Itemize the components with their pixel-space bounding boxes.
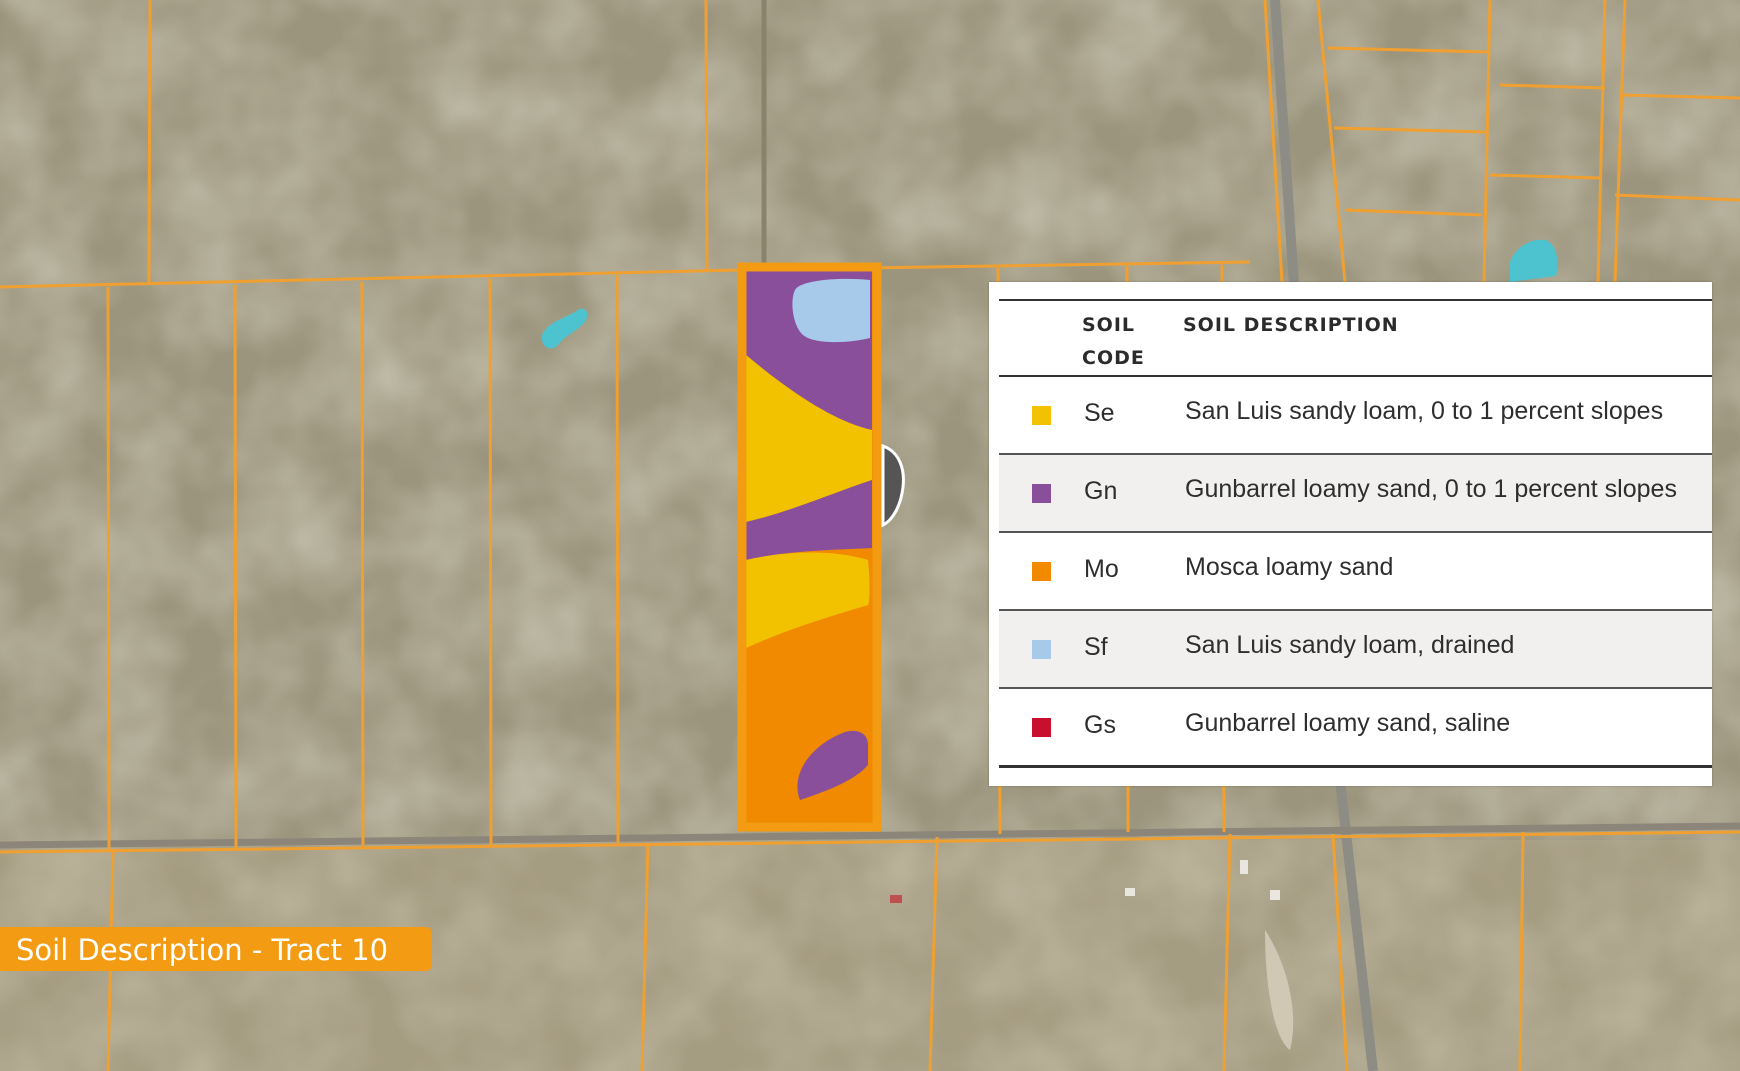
header-soil-code: SOIL CODE [1082,314,1145,369]
soil-code: Gn [1084,477,1118,505]
soil-code: Gs [1084,711,1116,739]
legend-row-sf: Sf San Luis sandy loam, drained [999,611,1712,689]
legend-row-gn: Gn Gunbarrel loamy sand, 0 to 1 percent … [999,455,1712,533]
legend-row-gs: Gs Gunbarrel loamy sand, saline [999,689,1712,768]
soil-description: Gunbarrel loamy sand, 0 to 1 percent slo… [1185,475,1677,503]
legend-row-mo: Mo Mosca loamy sand [999,533,1712,611]
header-soil-description: SOIL DESCRIPTION [1183,314,1399,336]
swatch-gs [1032,718,1051,737]
soil-code: Sf [1084,633,1108,661]
swatch-mo [1032,562,1051,581]
swatch-se [1032,406,1051,425]
soil-description: San Luis sandy loam, drained [1185,631,1515,659]
legend-header: SOIL CODE SOIL DESCRIPTION [999,299,1712,377]
soil-code: Se [1084,399,1115,427]
building [1270,890,1280,900]
soil-description: Mosca loamy sand [1185,553,1394,581]
swatch-gn [1032,484,1051,503]
tract-10-soil-map [737,262,882,832]
soil-code: Mo [1084,555,1119,583]
soil-zone-sf [792,278,870,343]
soil-description: Gunbarrel loamy sand, saline [1185,709,1511,737]
building [890,895,902,903]
map-title-badge: Soil Description - Tract 10 [0,927,432,971]
soil-legend: SOIL CODE SOIL DESCRIPTION Se San Luis s… [989,282,1712,786]
swatch-sf [1032,640,1051,659]
legend-row-se: Se San Luis sandy loam, 0 to 1 percent s… [999,377,1712,455]
soil-description: San Luis sandy loam, 0 to 1 percent slop… [1185,397,1664,425]
map-title: Soil Description - Tract 10 [16,933,389,967]
building [1240,860,1248,874]
building [1125,888,1135,896]
